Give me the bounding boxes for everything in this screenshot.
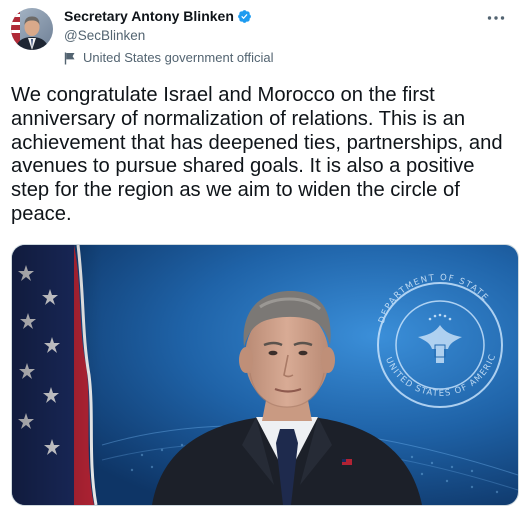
author-handle[interactable]: @SecBlinken	[64, 26, 444, 45]
author-display-name[interactable]: Secretary Antony Blinken	[64, 6, 234, 26]
verified-badge-icon	[237, 9, 252, 24]
flag-icon	[64, 52, 76, 65]
name-row: Secretary Antony Blinken	[64, 6, 444, 26]
avatar-image	[11, 8, 53, 50]
ellipsis-icon	[487, 8, 505, 26]
video-thumbnail: DEPARTMENT OF STATE UNITED STATES OF AME…	[12, 245, 518, 505]
tweet-header: Secretary Antony Blinken @SecBlinken Uni…	[64, 6, 444, 67]
tweet-text: We congratulate Israel and Morocco on th…	[11, 84, 503, 225]
government-label-row: United States government official	[64, 49, 444, 67]
author-avatar[interactable]	[11, 8, 53, 50]
government-official-label[interactable]: United States government official	[83, 49, 274, 67]
more-options-button[interactable]	[483, 9, 509, 25]
tweet-media-video[interactable]: DEPARTMENT OF STATE UNITED STATES OF AME…	[11, 244, 519, 506]
